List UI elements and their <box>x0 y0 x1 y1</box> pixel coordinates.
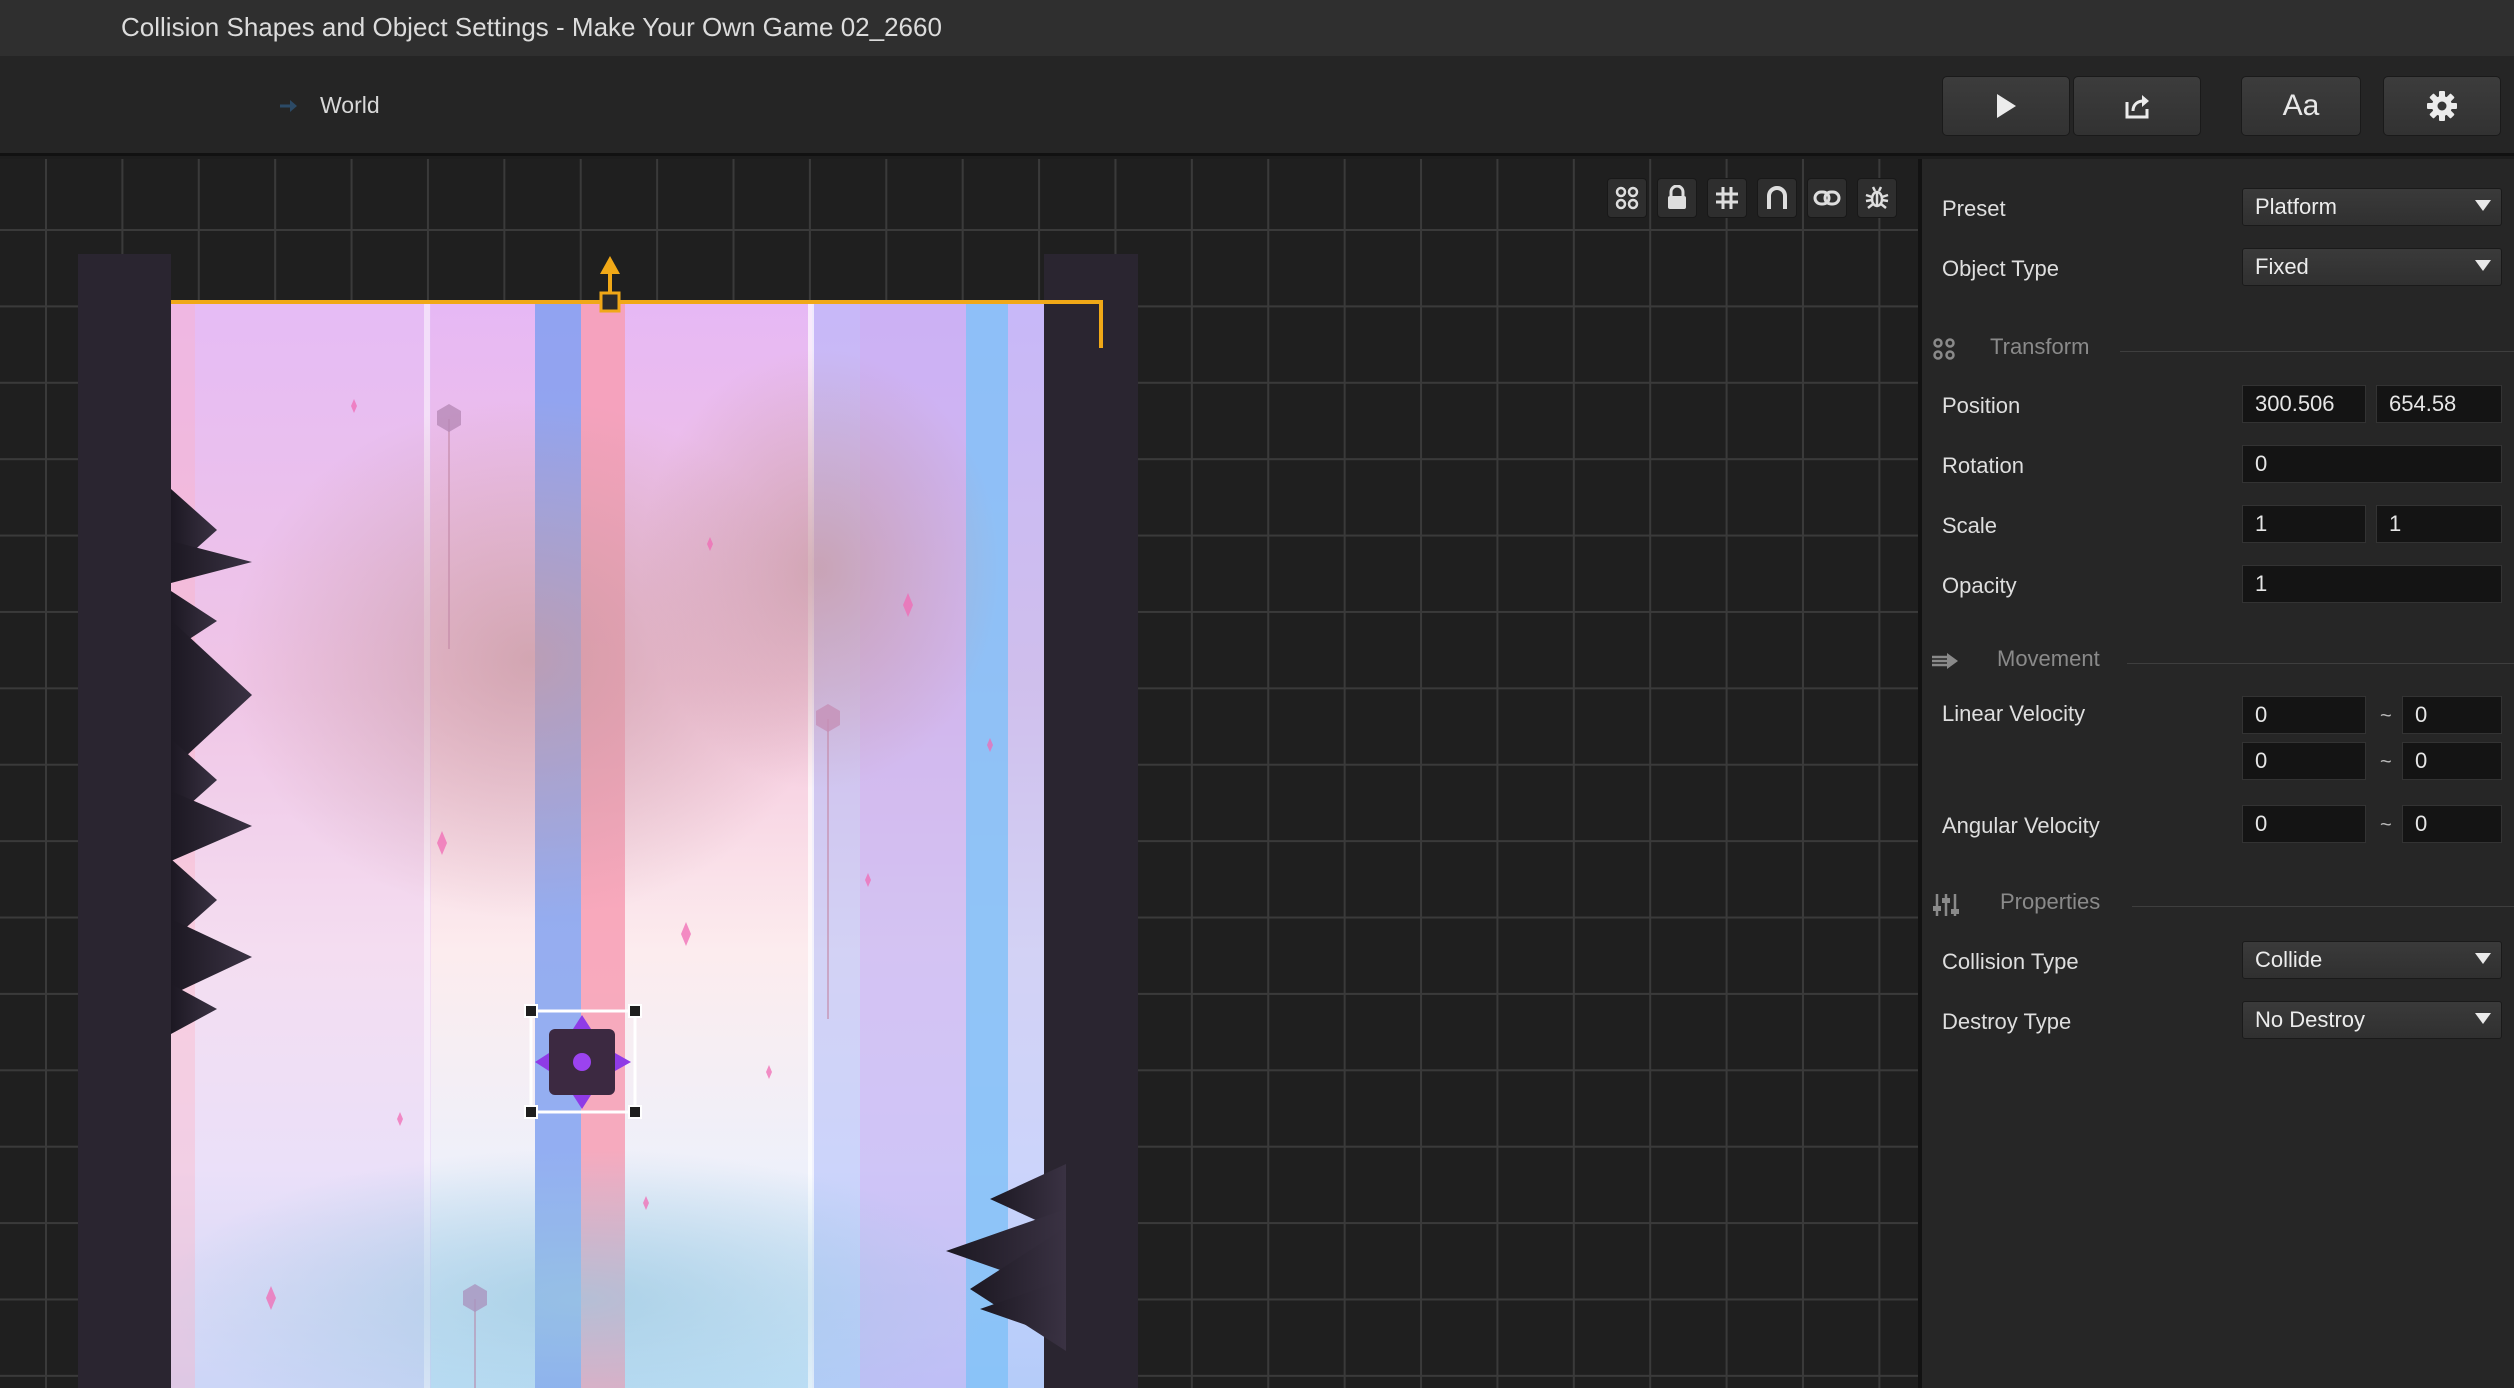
font-icon: Aa <box>2282 89 2320 122</box>
link-tool-button[interactable] <box>1807 178 1847 218</box>
section-divider <box>2127 663 2514 664</box>
chevron-down-icon <box>2475 953 2491 964</box>
link-icon <box>1813 190 1841 206</box>
linear-velocity-label: Linear Velocity <box>1942 701 2086 726</box>
linear-velocity-x-max-input[interactable]: 0 <box>2402 696 2502 734</box>
magnet-icon <box>1767 186 1787 209</box>
chevron-down-icon <box>2475 260 2491 271</box>
movement-section-title: Movement <box>1997 646 2100 671</box>
lock-tool-button[interactable] <box>1657 178 1697 218</box>
world-arrow-icon <box>280 99 297 112</box>
rotation-input[interactable]: 0 <box>2242 445 2502 483</box>
collision-type-label: Collision Type <box>1942 949 2079 974</box>
gear-icon <box>2427 91 2457 121</box>
font-button[interactable]: Aa <box>2241 76 2361 136</box>
destroy-type-dropdown[interactable]: No Destroy <box>2242 1001 2502 1039</box>
linear-velocity-y-min-input[interactable]: 0 <box>2242 742 2366 780</box>
play-button[interactable] <box>1942 76 2070 136</box>
linear-velocity-y-max-input[interactable]: 0 <box>2402 742 2502 780</box>
destroy-type-label: Destroy Type <box>1942 1009 2072 1034</box>
resize-handle-tr[interactable] <box>628 1004 642 1018</box>
position-x-input[interactable]: 300.506 <box>2242 385 2366 423</box>
transform-section-title: Transform <box>1990 334 2090 359</box>
rotation-label: Rotation <box>1942 453 2024 478</box>
level-background <box>160 300 1044 1388</box>
preset-dropdown[interactable]: Platform <box>2242 188 2502 226</box>
position-y-input[interactable]: 654.58 <box>2376 385 2502 423</box>
angular-velocity-min-input[interactable]: 0 <box>2242 805 2366 843</box>
transform-section-header: Transform <box>1922 334 2514 364</box>
left-wall[interactable] <box>78 254 171 1388</box>
properties-icon <box>1933 894 1959 916</box>
preset-label: Preset <box>1942 196 2006 221</box>
chevron-down-icon <box>2475 200 2491 211</box>
inspector-panel: Preset Platform Object Type Fixed Transf… <box>1922 159 2514 1388</box>
range-separator: ~ <box>2380 814 2392 836</box>
movement-section-header: Movement <box>1922 646 2514 676</box>
collision-type-value: Collide <box>2255 947 2323 972</box>
grid-tool-button[interactable] <box>1707 178 1747 218</box>
opacity-label: Opacity <box>1942 573 2017 598</box>
magnet-tool-button[interactable] <box>1757 178 1797 218</box>
properties-section-header: Properties <box>1922 889 2514 919</box>
lock-icon <box>1668 185 1686 209</box>
scene-canvas[interactable] <box>0 159 1918 1388</box>
opacity-input[interactable]: 1 <box>2242 565 2502 603</box>
share-button[interactable] <box>2073 76 2201 136</box>
scale-x-input[interactable]: 1 <box>2242 505 2366 543</box>
movement-icon <box>1932 653 1958 669</box>
settings-button[interactable] <box>2383 76 2501 136</box>
play-icon <box>1997 94 2016 118</box>
preset-value: Platform <box>2255 194 2337 219</box>
destroy-type-value: No Destroy <box>2255 1007 2366 1032</box>
scene-viewport[interactable] <box>0 159 1918 1388</box>
section-divider <box>2132 906 2514 907</box>
section-divider <box>2120 351 2514 352</box>
object-type-value: Fixed <box>2255 254 2309 279</box>
scale-y-input[interactable]: 1 <box>2376 505 2502 543</box>
group-icon <box>1615 186 1639 210</box>
resize-handle-br[interactable] <box>628 1105 642 1119</box>
object-type-dropdown[interactable]: Fixed <box>2242 248 2502 286</box>
group-tool-button[interactable] <box>1607 178 1647 218</box>
transform-icon <box>1933 338 1955 360</box>
chevron-down-icon <box>2475 1013 2491 1024</box>
pivot-handle[interactable] <box>599 291 621 313</box>
debug-tool-button[interactable] <box>1857 178 1897 218</box>
range-separator: ~ <box>2380 751 2392 773</box>
range-separator: ~ <box>2380 705 2392 727</box>
scale-label: Scale <box>1942 513 1998 538</box>
angular-velocity-label: Angular Velocity <box>1942 813 2100 838</box>
linear-velocity-x-min-input[interactable]: 0 <box>2242 696 2366 734</box>
toolbar: World Aa <box>0 56 2514 156</box>
position-label: Position <box>1942 393 2021 418</box>
title-bar: Collision Shapes and Object Settings - M… <box>0 0 2514 56</box>
collision-type-dropdown[interactable]: Collide <box>2242 941 2502 979</box>
move-arrow-handle[interactable] <box>600 256 620 274</box>
breadcrumb[interactable]: World <box>278 92 380 119</box>
angular-velocity-max-input[interactable]: 0 <box>2402 805 2502 843</box>
properties-section-title: Properties <box>2000 889 2101 914</box>
window-title: Collision Shapes and Object Settings - M… <box>121 12 942 42</box>
breadcrumb-world[interactable]: World <box>320 92 380 119</box>
share-icon <box>2125 95 2149 119</box>
resize-handle-bl[interactable] <box>524 1105 538 1119</box>
resize-handle-tl[interactable] <box>524 1004 538 1018</box>
grid-icon <box>1716 187 1738 209</box>
object-type-label: Object Type <box>1942 256 2059 281</box>
debug-icon <box>1865 186 1889 209</box>
